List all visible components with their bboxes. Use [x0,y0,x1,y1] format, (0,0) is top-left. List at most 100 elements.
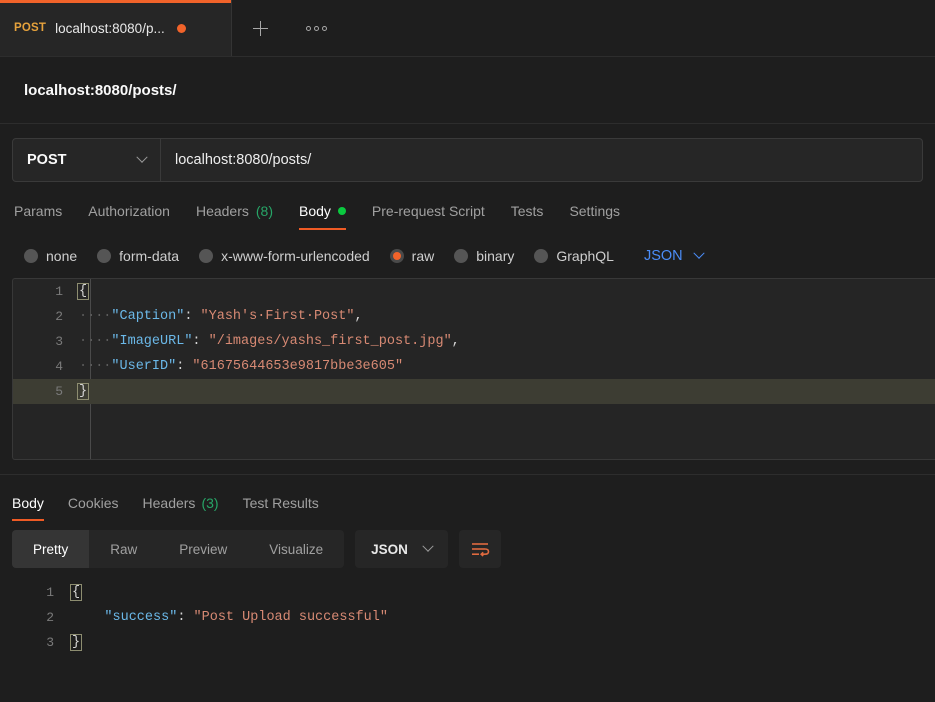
url-input[interactable]: localhost:8080/posts/ [161,139,922,181]
json-key: "ImageURL" [111,334,193,349]
new-tab-button[interactable] [232,0,288,56]
response-format-value: JSON [371,541,408,557]
line-number: 1 [46,585,54,600]
tab-authorization[interactable]: Authorization [88,203,170,230]
tab-pre-request-script[interactable]: Pre-request Script [372,203,485,230]
tab-options-button[interactable] [288,0,344,56]
body-format-value: JSON [643,248,683,264]
open-brace: { [77,283,90,300]
body-type-graphql-label: GraphQL [556,248,614,264]
body-type-raw[interactable]: raw [389,248,434,264]
response-toolbar: Pretty Raw Preview Visualize JSON [0,521,935,568]
json-key: "UserID" [111,359,177,374]
code-line: 2 "success": "Post Upload successful" [0,605,935,630]
response-view-preview[interactable]: Preview [158,530,248,568]
line-number: 1 [55,284,63,299]
body-type-options: none form-data x-www-form-urlencoded raw… [0,230,935,272]
json-value: "Post Upload successful" [193,610,388,625]
body-type-binary[interactable]: binary [454,248,514,264]
body-type-none[interactable]: none [24,248,77,264]
tab-settings[interactable]: Settings [569,203,620,230]
postman-window: POST localhost:8080/p... localhost:8080/… [0,0,935,702]
line-number: 2 [46,610,54,625]
json-colon: : [177,610,194,625]
tab-body[interactable]: Body [299,203,346,230]
body-type-x-www-form-urlencoded[interactable]: x-www-form-urlencoded [199,248,370,264]
tab-headers-label: Headers [195,203,249,219]
http-method-value: POST [27,152,67,168]
response-body-viewer[interactable]: 1 { 2 "success": "Post Upload successful… [0,580,935,655]
request-name[interactable]: localhost:8080/posts/ [24,82,177,99]
code-line: 1 { [0,580,935,605]
chevron-down-icon [422,540,434,552]
whitespace-dots: ···· [79,334,112,349]
body-type-form-data[interactable]: form-data [97,248,179,264]
tab-body-label: Body [299,203,331,219]
code-content: ····"UserID": "61675644653e9817bbe3e605" [79,359,935,374]
response-view-raw-label: Raw [110,541,138,557]
json-comma: , [451,334,460,349]
line-number: 5 [55,384,63,399]
tab-tests[interactable]: Tests [511,203,544,230]
json-value: "Yash's·First·Post" [200,309,355,324]
request-body-editor[interactable]: 1 { 2 ····"Caption": "Yash's·First·Post"… [12,278,935,460]
code-content: } [77,383,935,400]
code-line-active: 5 } [13,379,935,404]
body-type-x-www-form-urlencoded-label: x-www-form-urlencoded [221,248,370,264]
code-content: ····"ImageURL": "/images/yashs_first_pos… [79,334,935,349]
close-brace: } [70,634,83,651]
tab-headers-count: (8) [255,203,273,219]
code-line: 4 ····"UserID": "61675644653e9817bbe3e60… [13,354,935,379]
response-tab-cookies[interactable]: Cookies [68,495,119,521]
response-tab-cookies-label: Cookies [67,495,119,511]
url-bar: POST localhost:8080/posts/ [12,138,923,182]
response-view-pretty[interactable]: Pretty [12,530,90,568]
response-tab-body-label: Body [12,495,44,511]
radio-icon [24,249,38,263]
code-line: 2 ····"Caption": "Yash's·First·Post", [13,304,935,329]
radio-icon [199,249,214,263]
tab-headers[interactable]: Headers (8) [196,203,273,230]
code-content: } [70,634,935,651]
request-name-header: localhost:8080/posts/ [0,57,935,124]
line-number: 3 [46,635,54,650]
json-colon: : [192,334,209,349]
response-tab-headers-count: (3) [201,495,219,511]
json-value: "61675644653e9817bbe3e605" [192,359,404,374]
json-colon: : [176,359,193,374]
request-tabs: Params Authorization Headers (8) Body Pr… [0,182,935,230]
url-value: localhost:8080/posts/ [175,152,312,168]
response-tab-headers[interactable]: Headers (3) [143,495,219,521]
response-view-visualize-label: Visualize [269,541,324,557]
whitespace-dots: ···· [79,309,112,324]
http-method-select[interactable]: POST [13,139,161,181]
body-format-select[interactable]: JSON [643,247,705,264]
body-present-dot-icon [337,207,346,215]
word-wrap-button[interactable] [458,530,501,568]
line-number: 2 [55,309,63,324]
more-options-icon [305,25,327,31]
json-value: "/images/yashs_first_post.jpg" [208,334,452,349]
response-tab-body[interactable]: Body [12,495,44,521]
tab-settings-label: Settings [569,203,621,219]
tab-params[interactable]: Params [14,203,62,230]
response-view-visualize[interactable]: Visualize [248,530,344,568]
body-type-graphql[interactable]: GraphQL [534,248,614,264]
response-format-select[interactable]: JSON [355,530,448,568]
code-line: 3 ····"ImageURL": "/images/yashs_first_p… [13,329,935,354]
word-wrap-icon [471,543,490,557]
chevron-down-icon [692,247,705,259]
code-content: "success": "Post Upload successful" [72,610,935,625]
response-view-switcher: Pretty Raw Preview Visualize [12,530,345,568]
request-tab-post-localhost[interactable]: POST localhost:8080/p... [0,0,232,56]
request-body-editor-container: 1 { 2 ····"Caption": "Yash's·First·Post"… [0,272,935,460]
body-type-form-data-label: form-data [119,248,180,264]
radio-icon [97,249,112,263]
code-line: 1 { [13,279,935,304]
json-comma: , [354,309,363,324]
response-tab-test-results[interactable]: Test Results [243,495,319,521]
tab-params-label: Params [14,203,63,219]
response-view-raw[interactable]: Raw [89,530,158,568]
radio-selected-icon [389,249,404,263]
